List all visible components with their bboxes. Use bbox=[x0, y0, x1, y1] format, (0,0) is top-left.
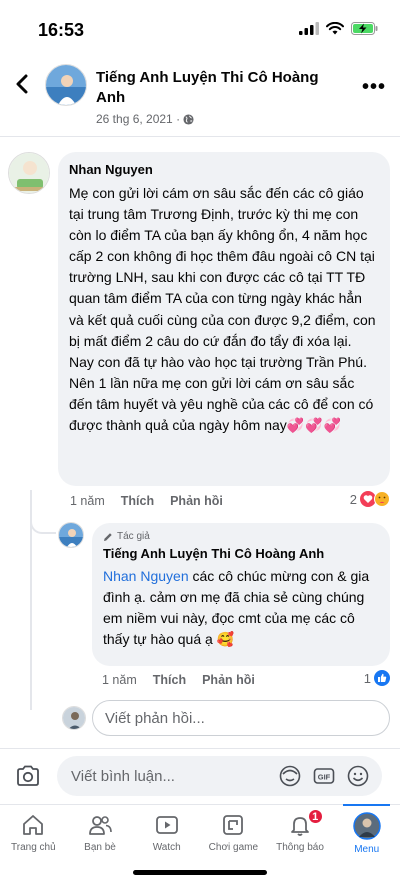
author-badge: Tác giả bbox=[103, 530, 378, 544]
post-meta: 26 thg 6, 2021 · bbox=[96, 112, 194, 126]
tab-notifications-label: Thông báo bbox=[276, 842, 324, 853]
bottom-tab-bar: Trang chủ Bạn bè Watch Chơi game 1 Thông… bbox=[0, 804, 400, 864]
like-button[interactable]: Thích bbox=[121, 494, 154, 508]
reply-author[interactable]: Tiếng Anh Luyện Thi Cô Hoàng Anh bbox=[103, 545, 378, 563]
reply-reply-button[interactable]: Phản hồi bbox=[202, 673, 255, 687]
reply-button[interactable]: Phản hồi bbox=[170, 494, 223, 508]
care-reaction-icon bbox=[374, 491, 390, 507]
emoji-icon[interactable] bbox=[346, 764, 370, 788]
notification-badge: 1 bbox=[306, 808, 324, 825]
composer-divider bbox=[0, 748, 400, 749]
camera-icon bbox=[17, 765, 39, 786]
commenter-avatar[interactable] bbox=[8, 152, 50, 194]
home-indicator bbox=[133, 870, 267, 875]
tab-menu[interactable]: Menu bbox=[333, 804, 400, 864]
tab-home[interactable]: Trang chủ bbox=[0, 805, 67, 864]
gaming-icon bbox=[223, 815, 244, 835]
page-title[interactable]: Tiếng Anh Luyện Thi Cô Hoàng Anh bbox=[96, 68, 336, 108]
mention-link[interactable]: Nhan Nguyen bbox=[103, 568, 189, 584]
comment-bubble[interactable]: Nhan Nguyen Mẹ con gửi lời cám ơn sâu sắ… bbox=[58, 152, 390, 486]
comment-author[interactable]: Nhan Nguyen bbox=[69, 161, 378, 178]
gif-icon[interactable]: GIF bbox=[312, 764, 336, 788]
comment-text: Mẹ con gửi lời cám ơn sâu sắc đến các cô… bbox=[69, 183, 378, 436]
signal-icon bbox=[299, 22, 319, 35]
comment-input-tools: GIF bbox=[278, 764, 370, 788]
chevron-left-icon bbox=[16, 74, 28, 94]
current-user-avatar bbox=[62, 706, 86, 730]
back-button[interactable] bbox=[8, 70, 36, 98]
comment-emoji: 💞💞💞 bbox=[286, 417, 343, 434]
post-header: Tiếng Anh Luyện Thi Cô Hoàng Anh 26 thg … bbox=[0, 58, 400, 136]
avatar-sticker-icon[interactable] bbox=[278, 764, 302, 788]
tab-gaming-label: Chơi game bbox=[208, 842, 259, 853]
tab-friends[interactable]: Bạn bè bbox=[67, 805, 134, 864]
camera-button[interactable] bbox=[14, 762, 42, 790]
header-divider bbox=[0, 136, 400, 137]
reply-author-avatar[interactable] bbox=[58, 522, 84, 548]
reply-emoji: 🥰 bbox=[216, 631, 235, 647]
reply-reaction-count: 1 bbox=[363, 670, 371, 686]
tab-friends-label: Bạn bè bbox=[84, 842, 116, 853]
friends-icon bbox=[89, 816, 112, 835]
comment-reactions[interactable]: 2 bbox=[350, 491, 390, 507]
author-badge-label: Tác giả bbox=[117, 531, 150, 542]
pencil-icon bbox=[104, 533, 112, 541]
svg-text:GIF: GIF bbox=[318, 773, 331, 782]
like-reaction-icon bbox=[374, 670, 390, 686]
tab-menu-label: Menu bbox=[354, 844, 380, 855]
home-icon bbox=[23, 815, 44, 835]
tab-watch[interactable]: Watch bbox=[133, 805, 200, 864]
comment-input-placeholder: Viết bình luận... bbox=[71, 767, 175, 785]
reaction-count: 2 bbox=[349, 491, 357, 507]
reply-time: 1 năm bbox=[102, 673, 137, 687]
reply-like-button[interactable]: Thích bbox=[153, 673, 186, 687]
battery-charging-icon bbox=[351, 22, 378, 35]
reply-bubble[interactable]: Tác giả Tiếng Anh Luyện Thi Cô Hoàng Anh… bbox=[92, 523, 390, 666]
status-time: 16:53 bbox=[38, 20, 85, 40]
reply-actions: 1 năm Thích Phản hồi bbox=[102, 673, 255, 687]
tab-home-label: Trang chủ bbox=[11, 842, 56, 853]
tab-notifications[interactable]: 1 Thông báo bbox=[267, 805, 334, 864]
comment-time: 1 năm bbox=[70, 494, 105, 508]
tab-watch-label: Watch bbox=[152, 842, 181, 853]
reply-reactions[interactable]: 1 bbox=[364, 670, 390, 686]
reply-text: Nhan Nguyen các cô chúc mừng con & gia đ… bbox=[103, 566, 378, 650]
wifi-icon bbox=[326, 22, 344, 35]
status-bar: 16:53 bbox=[0, 0, 400, 58]
menu-avatar-icon bbox=[352, 812, 381, 840]
post-date: 26 thg 6, 2021 · bbox=[96, 112, 181, 126]
watch-icon bbox=[155, 816, 178, 834]
comment-actions: 1 năm Thích Phản hồi bbox=[70, 494, 223, 508]
comment-body: Mẹ con gửi lời cám ơn sâu sắc đến các cô… bbox=[69, 185, 376, 434]
globe-icon bbox=[183, 113, 194, 125]
tab-gaming[interactable]: Chơi game bbox=[200, 805, 267, 864]
reply-input[interactable]: Viết phản hồi... bbox=[92, 700, 390, 736]
more-options-button[interactable]: ••• bbox=[362, 76, 386, 99]
thread-connector bbox=[30, 512, 56, 534]
page-avatar[interactable] bbox=[45, 64, 87, 106]
status-icons bbox=[299, 22, 378, 35]
comment-input[interactable]: Viết bình luận... GIF bbox=[57, 756, 382, 796]
